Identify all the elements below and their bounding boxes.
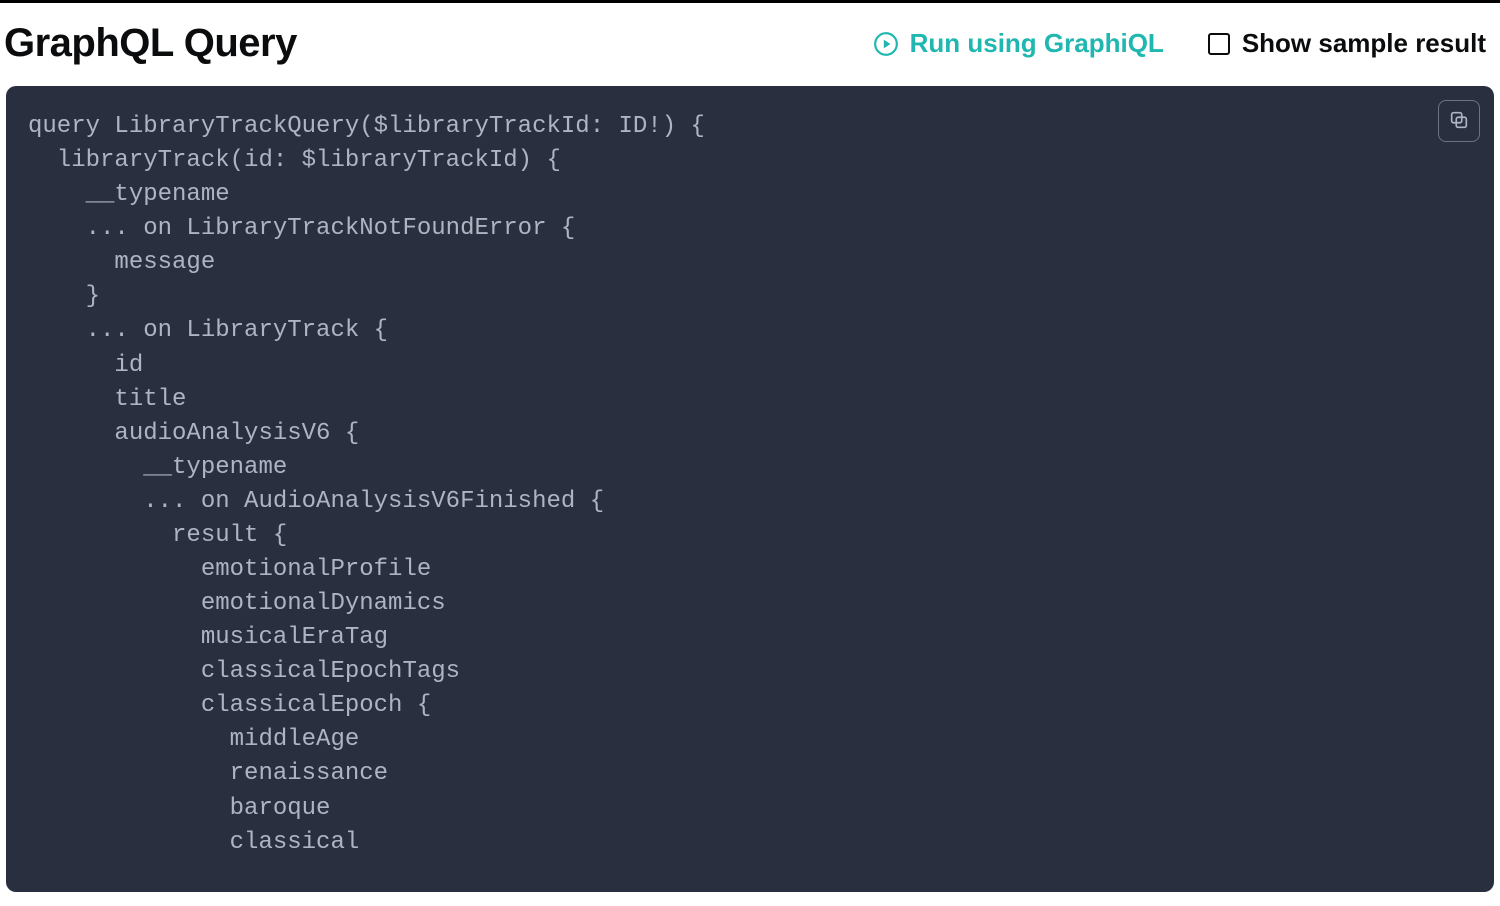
show-sample-result-label: Show sample result	[1242, 28, 1486, 59]
play-circle-icon	[872, 30, 900, 58]
header-actions: Run using GraphiQL Show sample result	[872, 28, 1494, 59]
show-sample-result-toggle[interactable]: Show sample result	[1208, 28, 1486, 59]
copy-button[interactable]	[1438, 100, 1480, 142]
graphql-code[interactable]: query LibraryTrackQuery($libraryTrackId:…	[28, 110, 1472, 860]
page: GraphQL Query Run using GraphiQL Show sa…	[0, 0, 1500, 906]
header: GraphQL Query Run using GraphiQL Show sa…	[0, 3, 1500, 86]
copy-icon	[1448, 109, 1470, 134]
section-title: GraphQL Query	[4, 21, 297, 66]
checkbox-box[interactable]	[1208, 33, 1230, 55]
run-graphiql-link[interactable]: Run using GraphiQL	[872, 28, 1164, 59]
code-panel: query LibraryTrackQuery($libraryTrackId:…	[6, 86, 1494, 892]
run-graphiql-label: Run using GraphiQL	[910, 28, 1164, 59]
